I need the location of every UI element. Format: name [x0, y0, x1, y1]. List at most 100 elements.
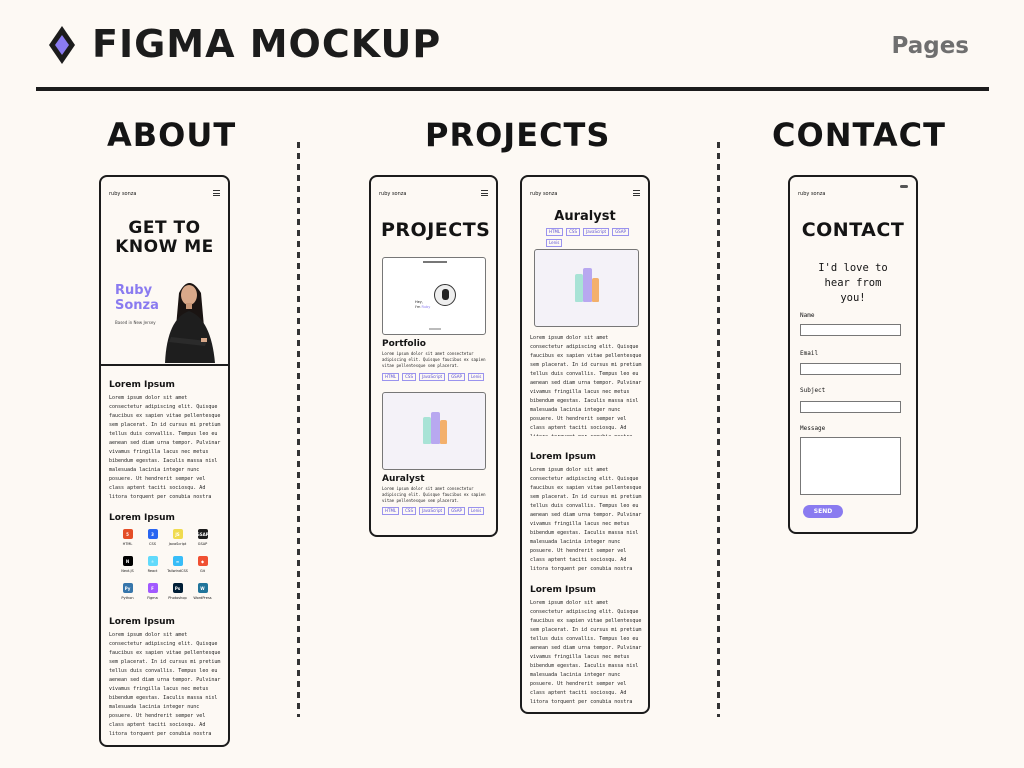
about-column-heading: ABOUT	[107, 116, 237, 154]
brand-logo[interactable]: ruby sonza	[530, 191, 557, 197]
skill-item: W WordPress	[190, 583, 215, 600]
skill-label: Python	[121, 596, 134, 600]
tag: Lenis	[546, 239, 563, 247]
tag: HTML	[382, 507, 400, 515]
hamburger-icon[interactable]	[633, 190, 640, 198]
tag: Lenis	[467, 507, 485, 515]
project-tags: HTML CSS JavaScript GSAP Lenis	[382, 507, 485, 515]
name-label: Name	[800, 312, 815, 319]
skill-label: Git	[199, 569, 206, 573]
react-icon: ⚛	[147, 556, 158, 566]
projects-heading: PROJECTS	[381, 219, 491, 241]
tag: JavaScript	[419, 373, 446, 381]
git-icon: ◆	[197, 556, 208, 566]
project-tags: HTML CSS JavaScript GSAP Lenis	[382, 373, 485, 381]
email-label: Email	[800, 350, 819, 357]
skill-item: 5 HTML	[115, 529, 140, 546]
subject-field[interactable]	[800, 401, 901, 413]
subject-label: Subject	[800, 387, 826, 394]
skill-label: HTML	[122, 542, 133, 546]
tag: CSS	[402, 507, 417, 515]
skill-item: 3 CSS	[140, 529, 165, 546]
skill-item: N Next.JS	[115, 556, 140, 573]
skills-grid: 5 HTML 3 CSS JS JavaScript GSAP GSAP N Next.JS ⚛ Re…	[115, 529, 215, 600]
about-phone-mockup: ruby sonza GET TO KNOW ME Ruby Sonza Bas…	[99, 175, 230, 747]
skills-title: Lorem Ipsum	[109, 513, 175, 523]
tag: JavaScript	[583, 228, 610, 236]
column-divider	[297, 142, 300, 717]
project-tags: HTML CSS JavaScript GSAP Lenis	[546, 228, 648, 247]
contact-intro: I'd love to hear from you!	[818, 262, 888, 304]
send-button[interactable]: SEND	[803, 505, 843, 518]
auralyst-hero-image	[534, 249, 639, 327]
tag: GSAP	[448, 507, 465, 515]
project-detail-title: Auralyst	[554, 209, 616, 224]
message-label: Message	[800, 425, 826, 432]
hamburger-icon[interactable]	[213, 190, 220, 198]
menu-icon[interactable]	[900, 185, 908, 188]
tag: CSS	[566, 228, 581, 236]
section-title: Lorem Ipsum	[109, 380, 175, 390]
skill-item: ◆ Git	[190, 556, 215, 573]
message-field[interactable]	[800, 437, 901, 495]
tag: CSS	[402, 373, 417, 381]
skill-item: JS JavaScript	[165, 529, 190, 546]
gsap-icon: GSAP	[196, 529, 209, 539]
brand-logo[interactable]: ruby sonza	[379, 191, 406, 197]
tag: GSAP	[612, 228, 629, 236]
tag: GSAP	[448, 373, 465, 381]
skill-item: ⚛ React	[140, 556, 165, 573]
skill-label: Figma	[147, 596, 158, 600]
figma-diamond-icon	[49, 26, 75, 64]
skill-label: Photoshop	[168, 596, 187, 600]
skill-item: F Figma	[140, 583, 165, 600]
pages-link[interactable]: Pages	[891, 33, 969, 59]
brand-logo[interactable]: ruby sonza	[109, 191, 136, 197]
section-title: Lorem Ipsum	[530, 452, 596, 462]
section-body: Lorem ipsum dolor sit amet consectetur a…	[109, 632, 221, 736]
section-body: Lorem ipsum dolor sit amet consectetur a…	[109, 395, 221, 499]
skill-item: Ps Photoshop	[165, 583, 190, 600]
contact-heading: CONTACT	[801, 219, 905, 241]
skill-item: GSAP GSAP	[190, 529, 215, 546]
skill-item: ≈ TailwindCSS	[165, 556, 190, 573]
project-description: Lorem ipsum dolor sit amet consectetur a…	[382, 351, 486, 368]
section-body: Lorem ipsum dolor sit amet consectetur a…	[530, 600, 642, 704]
auralyst-preview[interactable]	[382, 392, 486, 470]
about-location: Based in New Jersey	[115, 320, 156, 325]
tag: JavaScript	[419, 507, 446, 515]
section-title: Lorem Ipsum	[109, 617, 175, 627]
project-description: Lorem ipsum dolor sit amet consectetur a…	[382, 486, 486, 503]
section-divider	[101, 364, 228, 366]
name-field[interactable]	[800, 324, 901, 336]
contact-column-heading: CONTACT	[772, 116, 946, 154]
tag: HTML	[546, 228, 564, 236]
nextjs-icon: N	[122, 556, 133, 566]
projects-column-heading: PROJECTS	[425, 116, 611, 154]
hamburger-icon[interactable]	[481, 190, 488, 198]
photoshop-icon: Ps	[172, 583, 183, 593]
portfolio-preview[interactable]: Hey, I'm Ruby	[382, 257, 486, 335]
tag: Lenis	[467, 373, 485, 381]
section-title: Lorem Ipsum	[530, 585, 596, 595]
html5-icon: 5	[122, 529, 133, 539]
email-field[interactable]	[800, 363, 901, 375]
python-icon: Py	[122, 583, 133, 593]
skill-label: WordPress	[193, 596, 212, 600]
tailwind-icon: ≈	[172, 556, 183, 566]
brand-logo[interactable]: ruby sonza	[798, 191, 825, 197]
project-title: Auralyst	[382, 474, 425, 484]
skill-item: Py Python	[115, 583, 140, 600]
section-body: Lorem ipsum dolor sit amet consectetur a…	[530, 467, 642, 571]
project-body: Lorem ipsum dolor sit amet consectetur a…	[530, 335, 642, 436]
figma-icon: F	[147, 583, 158, 593]
preview-greeting: Hey, I'm Ruby	[415, 300, 431, 309]
about-hero-heading: GET TO KNOW ME	[115, 218, 214, 257]
project-detail-phone-mockup: ruby sonza Auralyst HTML CSS JavaScript …	[520, 175, 650, 714]
column-divider	[717, 142, 720, 717]
preview-avatar	[434, 284, 456, 306]
about-name: Ruby Sonza	[115, 283, 159, 313]
page-title: FIGMA MOCKUP	[92, 22, 442, 66]
preview-nav	[423, 261, 447, 263]
skill-label: JavaScript	[168, 542, 187, 546]
